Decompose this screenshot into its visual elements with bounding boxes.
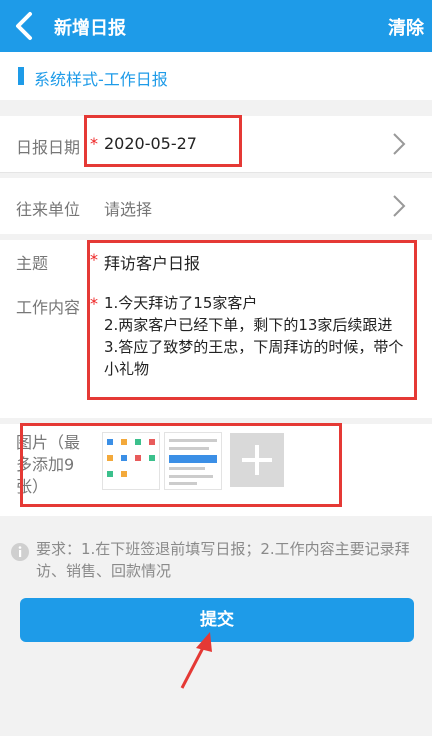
clear-button[interactable]: 清除 [388,14,424,40]
annotation-box [84,115,242,167]
top-bar: 新增日报 清除 [0,0,432,52]
annotation-box [87,240,417,400]
section-marker [18,67,24,85]
date-label: 日报日期 [16,138,81,157]
chevron-right-icon[interactable] [390,193,408,219]
subject-label: 主题 [16,254,49,273]
section-title: 系统样式-工作日报 [34,70,168,89]
chevron-right-icon[interactable] [390,131,408,157]
divider [0,172,432,173]
annotation-arrow [180,632,212,689]
page-title: 新增日报 [54,18,126,39]
unit-select[interactable]: 请选择 [104,196,152,220]
unit-row[interactable]: 往来单位 请选择 [0,178,432,234]
back-arrow-icon[interactable] [10,10,40,42]
annotation-box [20,423,342,507]
info-icon [11,543,29,561]
unit-label: 往来单位 [16,200,81,219]
section-header: 系统样式-工作日报 [0,52,432,100]
hint-text: 要求：1.在下班签退前填写日报；2.工作内容主要记录拜访、销售、回款情况 [36,540,410,580]
content-label: 工作内容 [16,298,81,317]
